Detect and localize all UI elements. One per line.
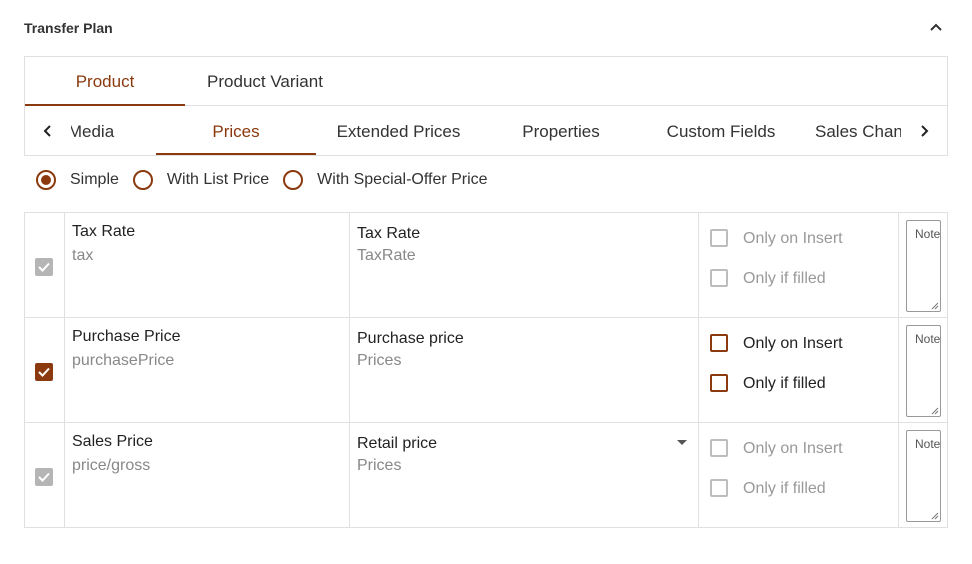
target-field-group: Prices bbox=[357, 352, 402, 369]
tab-extended-prices[interactable]: Extended Prices bbox=[316, 106, 481, 155]
note-placeholder: Note bbox=[915, 437, 941, 451]
panel-title: Transfer Plan bbox=[24, 20, 113, 36]
tab-custom-fields[interactable]: Custom Fields bbox=[641, 106, 801, 155]
only-on-insert-label[interactable]: Only on Insert bbox=[743, 335, 843, 353]
only-if-filled-label: Only if filled bbox=[743, 480, 826, 497]
source-field-cell: Purchase Price purchasePrice bbox=[64, 318, 349, 422]
panel-header: Transfer Plan bbox=[24, 0, 948, 56]
caret-down-icon[interactable] bbox=[676, 439, 688, 447]
enabled-cell bbox=[24, 318, 64, 422]
enabled-cell bbox=[24, 423, 64, 527]
resize-grip-icon bbox=[931, 512, 939, 520]
chevron-right-icon bbox=[921, 124, 929, 137]
note-cell: Note bbox=[898, 318, 948, 422]
radio-simple[interactable]: Simple bbox=[36, 170, 119, 190]
only-if-filled-checkbox bbox=[710, 269, 728, 287]
mapping-table: Tax Rate tax Tax Rate TaxRate Only on In… bbox=[24, 212, 948, 528]
target-field-group: Prices bbox=[357, 457, 402, 474]
only-if-filled-checkbox bbox=[710, 479, 728, 497]
enabled-checkbox[interactable] bbox=[35, 363, 53, 381]
note-cell: Note bbox=[898, 423, 948, 527]
note-textarea[interactable]: Note bbox=[906, 325, 941, 417]
tab-product[interactable]: Product bbox=[25, 57, 185, 106]
target-field-cell: Purchase price Prices bbox=[349, 318, 698, 422]
enabled-checkbox bbox=[35, 468, 53, 486]
tab-product-variant[interactable]: Product Variant bbox=[185, 57, 345, 106]
radio-checked-icon bbox=[36, 170, 56, 190]
options-cell: Only on Insert Only if filled bbox=[698, 213, 898, 317]
chevron-up-icon[interactable] bbox=[928, 20, 944, 36]
resize-grip-icon bbox=[931, 302, 939, 310]
source-field-key: tax bbox=[72, 247, 94, 264]
sub-tabs: Media Prices Extended Prices Properties … bbox=[25, 106, 947, 155]
only-if-filled-label: Only if filled bbox=[743, 270, 826, 287]
radio-label: With List Price bbox=[166, 171, 270, 188]
tab-box: Product Product Variant Media Prices Ext… bbox=[24, 56, 948, 156]
only-if-filled-label[interactable]: Only if filled bbox=[743, 375, 826, 393]
radio-label: Simple bbox=[70, 171, 119, 188]
radio-unchecked-icon bbox=[132, 170, 153, 190]
radio-unchecked-icon bbox=[283, 170, 304, 190]
target-field-cell: Tax Rate TaxRate bbox=[349, 213, 698, 317]
source-field-cell: Tax Rate tax bbox=[64, 213, 349, 317]
only-on-insert-label: Only on Insert bbox=[743, 440, 843, 457]
table-row: Purchase Price purchasePrice Purchase pr… bbox=[24, 318, 948, 423]
note-textarea[interactable]: Note bbox=[906, 220, 941, 312]
options-cell: Only on Insert Only if filled bbox=[698, 318, 898, 422]
note-placeholder: Note bbox=[915, 227, 941, 241]
tab-prices[interactable]: Prices bbox=[156, 106, 316, 155]
options-cell: Only on Insert Only if filled bbox=[698, 423, 898, 527]
source-field-key: purchasePrice bbox=[72, 352, 175, 369]
note-textarea[interactable]: Note bbox=[906, 430, 941, 522]
source-field-label: Sales Price bbox=[72, 433, 153, 450]
radio-label: With Special-Offer Price bbox=[317, 171, 488, 188]
only-on-insert-label: Only on Insert bbox=[743, 230, 843, 247]
enabled-cell bbox=[24, 213, 64, 317]
target-field-label: Purchase price bbox=[357, 330, 464, 347]
tab-properties[interactable]: Properties bbox=[481, 106, 641, 155]
target-field-group: TaxRate bbox=[357, 247, 416, 264]
radio-with-list-price[interactable]: With List Price bbox=[132, 170, 270, 190]
only-on-insert-checkbox bbox=[710, 439, 728, 457]
chevron-left-icon bbox=[43, 124, 51, 137]
scroll-right-button[interactable] bbox=[901, 106, 947, 155]
scroll-left-button[interactable] bbox=[25, 106, 71, 155]
radio-with-special-offer-price[interactable]: With Special-Offer Price bbox=[283, 170, 488, 190]
source-field-key: price/gross bbox=[72, 457, 151, 474]
only-if-filled-checkbox[interactable] bbox=[710, 374, 728, 392]
target-field-label: Retail price bbox=[357, 435, 438, 452]
only-on-insert-checkbox[interactable] bbox=[710, 334, 728, 352]
target-field-select[interactable]: Retail price Prices bbox=[349, 423, 698, 527]
main-tabs: Product Product Variant bbox=[25, 57, 947, 106]
note-cell: Note bbox=[898, 213, 948, 317]
source-field-label: Tax Rate bbox=[72, 223, 136, 240]
source-field-cell: Sales Price price/gross bbox=[64, 423, 349, 527]
target-field-label: Tax Rate bbox=[357, 225, 421, 242]
enabled-checkbox bbox=[35, 258, 53, 276]
source-field-label: Purchase Price bbox=[72, 328, 181, 345]
resize-grip-icon bbox=[931, 407, 939, 415]
price-mode-radio-group: Simple With List Price With Special-Offe… bbox=[36, 168, 502, 192]
note-placeholder: Note bbox=[915, 332, 941, 346]
table-row: Tax Rate tax Tax Rate TaxRate Only on In… bbox=[24, 213, 948, 318]
only-on-insert-checkbox bbox=[710, 229, 728, 247]
table-row: Sales Price price/gross Retail price Pri… bbox=[24, 423, 948, 528]
